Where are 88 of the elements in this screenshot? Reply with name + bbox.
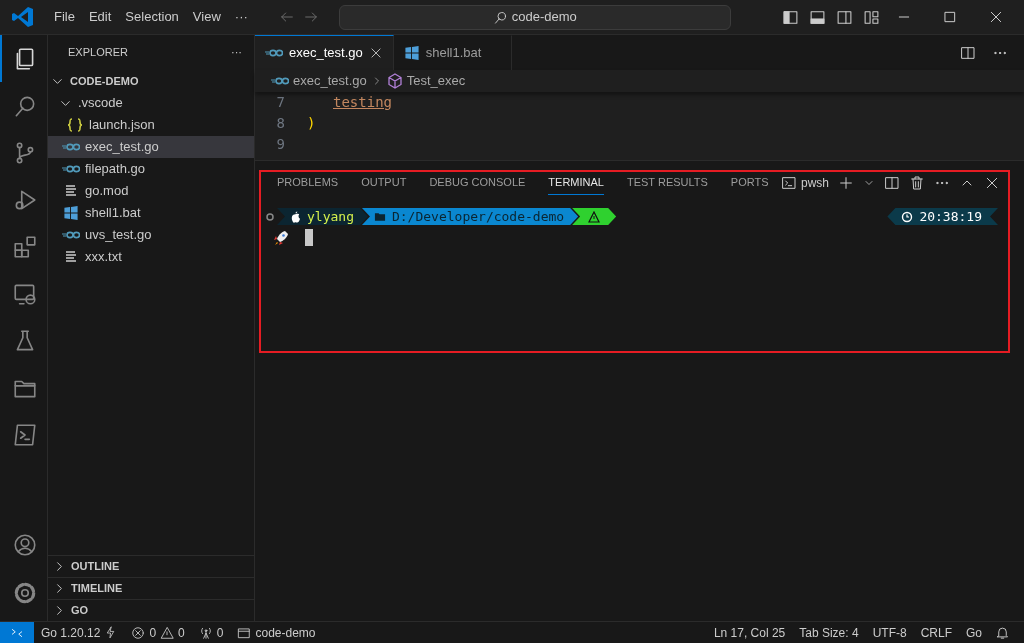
text-file-icon <box>63 249 79 265</box>
status-item[interactable]: Tab Size: 4 <box>792 622 866 643</box>
folder-icon <box>237 625 252 640</box>
secondary-sidebar-icon[interactable] <box>836 8 853 26</box>
menu-item[interactable]: File <box>47 7 82 27</box>
plus-icon[interactable] <box>838 175 854 191</box>
more-button[interactable]: ··· <box>231 44 242 61</box>
menu-item[interactable]: Edit <box>81 7 119 27</box>
menu-item[interactable]: Selection <box>118 7 186 27</box>
command-marker-icon <box>265 211 275 222</box>
text-file-icon <box>63 183 79 199</box>
line-number: 9 <box>275 135 286 154</box>
panel-tab[interactable]: PORTS <box>730 171 769 195</box>
status-item[interactable]: CRLF <box>913 622 959 643</box>
code-text: ) <box>307 114 316 133</box>
go-file-icon <box>265 47 283 59</box>
trash-icon[interactable] <box>909 175 925 191</box>
panel-tab[interactable]: TERMINAL <box>548 171 604 195</box>
username: ylyang <box>307 207 354 226</box>
section-header[interactable]: TIMELINE <box>48 577 254 599</box>
panel-tab[interactable]: DEBUG CONSOLE <box>429 171 526 195</box>
clock-time: 20:38:19 <box>919 207 982 226</box>
windows-file-icon <box>403 45 420 61</box>
notifications-icon[interactable] <box>995 625 1010 640</box>
editor-tab[interactable]: exec_test.go <box>255 35 394 70</box>
tree-item[interactable]: exec_test.go <box>48 136 254 158</box>
tree-item[interactable]: CODE-DEMO <box>48 70 254 92</box>
tree-item[interactable]: filepath.go <box>48 158 254 180</box>
tree-item[interactable]: launch.json <box>48 114 254 136</box>
close-icon[interactable] <box>368 46 383 60</box>
status-item[interactable]: UTF-8 <box>865 622 914 643</box>
current-path: D:/Developer/code-demo <box>391 207 565 226</box>
braces-icon <box>67 117 83 133</box>
code-text: testing <box>333 93 392 112</box>
status-item[interactable]: code-demo <box>230 622 323 643</box>
panel-tab[interactable]: TEST RESULTS <box>626 171 708 195</box>
menu-item[interactable]: ··· <box>227 7 255 27</box>
apple-icon <box>289 209 301 224</box>
status-item[interactable]: Go <box>959 622 989 643</box>
go-file-icon <box>62 229 80 241</box>
split-terminal-icon[interactable] <box>884 175 900 191</box>
breadcrumb-item[interactable]: Test_exec <box>406 71 466 91</box>
app-logo <box>11 5 35 29</box>
tree-item[interactable]: xxx.txt <box>48 246 254 268</box>
warning-icon <box>588 210 601 223</box>
account-icon[interactable] <box>12 532 38 558</box>
go-file-icon <box>62 163 80 175</box>
close-icon[interactable] <box>984 175 1000 191</box>
shell-button[interactable]: pwsh <box>781 174 829 192</box>
status-item[interactable]: 0 0 <box>124 622 192 643</box>
panel-toggle-icon[interactable] <box>809 8 826 26</box>
status-item[interactable]: 0 <box>191 622 231 643</box>
sidebar-title: EXPLORER <box>68 45 128 61</box>
panel-tab[interactable]: PROBLEMS <box>277 171 339 195</box>
split-editor-icon[interactable] <box>960 44 976 61</box>
status-item[interactable]: Ln 17, Col 25 <box>706 622 793 643</box>
go-file-icon <box>271 75 289 87</box>
clock-icon <box>901 210 914 223</box>
extensions-icon[interactable] <box>12 233 38 260</box>
settings-icon[interactable] <box>12 580 38 606</box>
search-icon <box>492 9 508 25</box>
line-number: 8 <box>275 114 286 133</box>
tree-item[interactable]: .vscode <box>48 92 254 114</box>
breadcrumb-item[interactable]: exec_test.go <box>293 71 367 91</box>
rocket-icon <box>273 229 289 246</box>
tree-item[interactable]: go.mod <box>48 180 254 202</box>
status-item[interactable]: Go 1.20.12 <box>34 622 125 643</box>
menu-item[interactable]: View <box>185 7 228 27</box>
search-field[interactable]: code-demo <box>338 4 731 30</box>
search-text: code-demo <box>511 8 577 27</box>
tree-item[interactable]: shell1.bat <box>48 202 254 224</box>
section-header[interactable]: OUTLINE <box>48 555 254 577</box>
sidebar-toggle-icon[interactable] <box>782 8 799 26</box>
warning-icon <box>160 625 175 640</box>
go-file-icon <box>62 141 80 153</box>
terminal-icon <box>781 175 797 191</box>
error-icon <box>131 625 146 640</box>
cube-icon <box>386 73 403 89</box>
terminal-cursor <box>305 229 313 246</box>
windows-file-icon <box>63 205 79 221</box>
antenna-icon <box>198 625 213 640</box>
line-number: 7 <box>275 93 286 112</box>
tree-item[interactable]: uvs_test.go <box>48 224 254 246</box>
terminal-icon[interactable] <box>12 421 38 448</box>
panel-tab[interactable]: OUTPUT <box>361 171 407 195</box>
maximize-icon[interactable] <box>942 9 958 25</box>
close-icon[interactable] <box>988 9 1004 25</box>
layout-icon[interactable] <box>863 8 880 26</box>
